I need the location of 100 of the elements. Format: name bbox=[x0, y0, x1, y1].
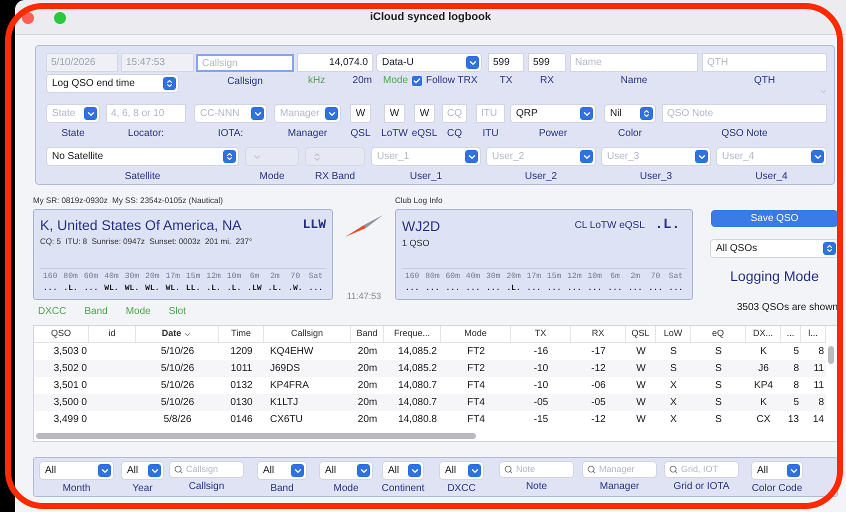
dropdown[interactable]: All bbox=[752, 462, 802, 479]
dropdown[interactable]: Log QSO end time bbox=[47, 75, 178, 92]
input-field[interactable]: 14,074.0 bbox=[298, 54, 372, 71]
column-header[interactable]: RX bbox=[571, 326, 626, 342]
zoom-button[interactable] bbox=[54, 12, 66, 24]
table-cell-text: X bbox=[669, 396, 678, 410]
table-cell-text: 14 bbox=[812, 413, 825, 427]
window-title: iCloud synced logbook bbox=[370, 10, 491, 25]
table-cell-text: -15 bbox=[532, 413, 550, 427]
checkbox[interactable] bbox=[412, 76, 422, 86]
column-header[interactable]: eQ bbox=[691, 326, 746, 342]
table-cell-text: FT4 bbox=[466, 396, 486, 410]
table-cell-text: FT4 bbox=[466, 413, 486, 427]
dropdown[interactable]: Data-U bbox=[377, 54, 481, 71]
field-label: QSO Note bbox=[721, 128, 768, 140]
band-label: 30m bbox=[485, 271, 502, 283]
dropdown[interactable]: Nil bbox=[605, 105, 655, 122]
dropdown[interactable]: All QSOs bbox=[711, 240, 838, 257]
field-label: Grid or IOTA bbox=[674, 481, 730, 493]
band-label: 17m bbox=[526, 271, 542, 283]
disclosure-icon[interactable] bbox=[819, 87, 828, 96]
chevron-down-icon bbox=[695, 150, 708, 163]
dropdown[interactable]: All bbox=[320, 462, 372, 479]
table-cell-text: CX6TU bbox=[269, 413, 304, 427]
scrollbar-thumb[interactable] bbox=[828, 346, 834, 364]
table-cell-text: 8 bbox=[817, 345, 825, 359]
table-cell-text: -05 bbox=[532, 396, 550, 410]
column-header[interactable]: Mode bbox=[441, 326, 511, 342]
save-button[interactable]: Save QSO bbox=[711, 210, 838, 227]
field-label: Color bbox=[618, 128, 642, 140]
scrollbar-thumb[interactable] bbox=[36, 433, 476, 439]
column-header[interactable]: Freque... bbox=[384, 326, 441, 342]
table-cell-text: KP4 bbox=[753, 379, 774, 393]
input-field[interactable]: 599 bbox=[529, 54, 565, 71]
dropdown[interactable]: QRP bbox=[511, 105, 595, 122]
band-status: ... bbox=[464, 283, 482, 295]
table-cell-text: 5/8/26 bbox=[162, 413, 192, 427]
field-label: Mode bbox=[383, 75, 408, 87]
column-header[interactable]: Date bbox=[136, 326, 219, 342]
stepper-icon bbox=[823, 242, 836, 255]
chevron-down-icon bbox=[811, 150, 824, 163]
input-field[interactable]: W bbox=[351, 105, 370, 122]
input-field[interactable]: W bbox=[415, 105, 434, 122]
dropdown[interactable]: No Satellite bbox=[47, 148, 238, 165]
chevron-down-icon bbox=[291, 464, 304, 477]
dropdown[interactable]: All bbox=[122, 462, 163, 479]
status-code: .L. bbox=[654, 216, 680, 235]
column-header[interactable]: LoW bbox=[656, 326, 691, 342]
column-header[interactable]: id bbox=[89, 326, 136, 342]
band-label: 30m bbox=[124, 271, 140, 283]
card-title: Club Log Info bbox=[395, 195, 444, 207]
table-cell-text: J6 bbox=[757, 362, 770, 376]
table-cell-text: K1LTJ bbox=[269, 396, 300, 410]
column-header[interactable]: l... bbox=[801, 326, 826, 342]
input-field[interactable]: W bbox=[385, 105, 404, 122]
table-cell-text: 14,085.2 bbox=[397, 362, 438, 376]
table-cell-text: 1209 bbox=[229, 345, 254, 359]
input-field[interactable]: Name bbox=[571, 54, 697, 71]
input-field[interactable]: ITU bbox=[477, 105, 504, 122]
band-status: WL. bbox=[103, 283, 120, 295]
column-header[interactable]: QSO bbox=[34, 326, 89, 342]
dropdown[interactable]: All bbox=[40, 462, 113, 479]
input-field[interactable]: CQ bbox=[443, 105, 466, 122]
band-label: 17m bbox=[164, 271, 181, 283]
table-cell-text: S bbox=[714, 396, 723, 410]
table-cell-text: -16 bbox=[532, 345, 550, 359]
band-label: 2m bbox=[629, 271, 642, 283]
table-cell-text: 5/10/26 bbox=[160, 345, 196, 359]
dropdown[interactable]: All bbox=[440, 462, 483, 479]
table-cell-text: 14,080.8 bbox=[397, 413, 438, 427]
band-status: ... bbox=[647, 283, 664, 295]
stepper-icon bbox=[163, 77, 176, 90]
column-header[interactable]: ... bbox=[781, 326, 801, 342]
column-header[interactable]: Time bbox=[219, 326, 264, 342]
input-field[interactable]: QTH bbox=[703, 54, 826, 71]
band-status: ... bbox=[668, 283, 684, 295]
table-cell-text: 8 bbox=[792, 379, 800, 393]
dropdown[interactable]: All bbox=[383, 462, 423, 479]
table-cell-text: -10 bbox=[532, 362, 550, 376]
dropdown[interactable]: All bbox=[258, 462, 306, 479]
column-header[interactable]: QSL bbox=[626, 326, 656, 342]
column-header[interactable]: TX bbox=[511, 326, 571, 342]
input-field[interactable]: Callsign bbox=[196, 54, 294, 72]
table-cell-text: 0132 bbox=[229, 379, 254, 393]
field-label: QTH bbox=[754, 75, 776, 87]
field-label: eQSL bbox=[412, 128, 438, 140]
table-cell-text: -06 bbox=[590, 379, 607, 393]
input-field[interactable]: 599 bbox=[489, 54, 523, 71]
band-label: 15m bbox=[185, 271, 202, 283]
column-header[interactable]: DX... bbox=[746, 326, 781, 342]
sun-times: My SR: 0819z-0930z My SS: 2354z-0105z (Nautical) bbox=[33, 195, 224, 207]
column-header[interactable]: Callsign bbox=[264, 326, 351, 342]
table-cell-text: 13 bbox=[786, 413, 800, 427]
field-label: kHz bbox=[308, 75, 326, 87]
table-cell-text: 8 bbox=[817, 396, 825, 410]
input-field[interactable]: 4, 6, 8 or 10 bbox=[107, 105, 185, 122]
chevron-down-icon bbox=[580, 150, 593, 163]
chevron-down-icon bbox=[787, 464, 800, 477]
column-header[interactable]: Band bbox=[351, 326, 384, 342]
input-field[interactable]: QSO Note bbox=[663, 105, 826, 122]
